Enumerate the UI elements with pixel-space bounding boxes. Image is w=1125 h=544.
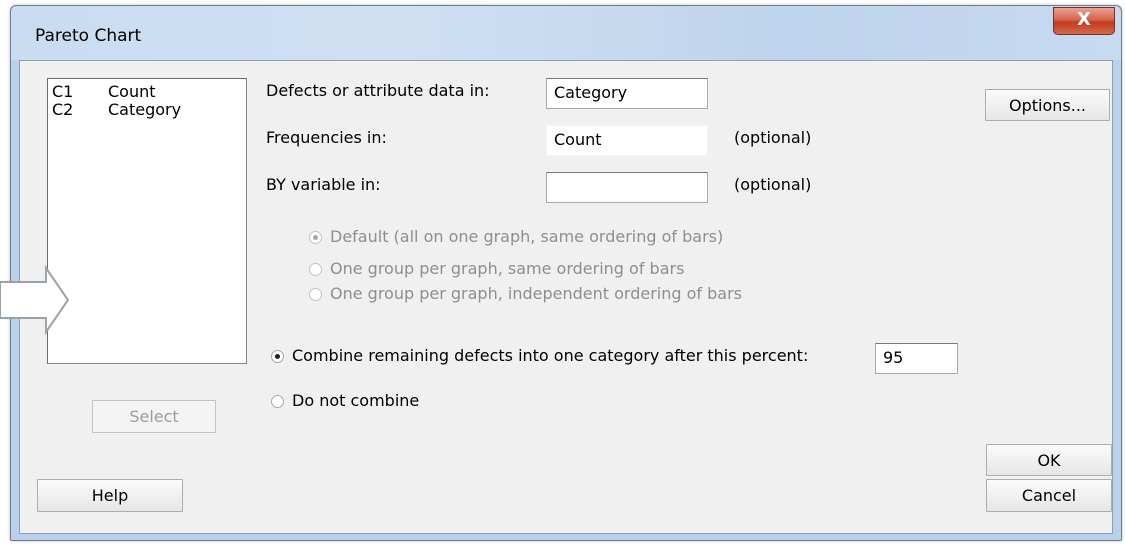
- radio-independent-ordering[interactable]: [309, 288, 322, 301]
- radio-combine[interactable]: [271, 350, 284, 363]
- ok-button-label: OK: [1037, 451, 1061, 470]
- cancel-button-label: Cancel: [1021, 486, 1077, 505]
- help-button-label: Help: [91, 486, 129, 505]
- radio-default-label: Default (all on one graph, same ordering…: [330, 227, 724, 246]
- dialog-body: C1 Count C2 Category Defects or attribut…: [19, 60, 1113, 534]
- select-button[interactable]: Select: [92, 400, 216, 433]
- defects-label: Defects or attribute data in:: [266, 81, 490, 100]
- radio-independent-ordering-label: One group per graph, independent orderin…: [330, 284, 742, 303]
- options-button-label: Options...: [1009, 96, 1086, 115]
- close-icon: X: [1077, 9, 1091, 30]
- radio-same-ordering[interactable]: [309, 263, 322, 276]
- column-name: Count: [108, 82, 156, 101]
- radio-default[interactable]: [309, 231, 322, 244]
- window-title: Pareto Chart: [35, 26, 142, 46]
- select-button-label: Select: [129, 407, 179, 426]
- frequencies-field[interactable]: Count: [546, 125, 708, 156]
- radio-do-not-combine-label: Do not combine: [292, 391, 420, 410]
- radio-do-not-combine[interactable]: [271, 395, 284, 408]
- pareto-chart-dialog: Pareto Chart X C1 Count C2 Category Defe…: [10, 5, 1122, 541]
- by-variable-label: BY variable in:: [266, 175, 381, 194]
- radio-same-ordering-label: One group per graph, same ordering of ba…: [330, 259, 685, 278]
- frequencies-hint: (optional): [734, 128, 812, 147]
- help-button[interactable]: Help: [37, 479, 183, 512]
- frequencies-label: Frequencies in:: [266, 128, 387, 147]
- column-id: C2: [52, 100, 74, 119]
- arrow-right-icon: [0, 264, 70, 336]
- cancel-button[interactable]: Cancel: [986, 479, 1112, 512]
- radio-combine-label: Combine remaining defects into one categ…: [292, 346, 809, 365]
- percent-field[interactable]: 95: [875, 343, 958, 374]
- by-variable-hint: (optional): [734, 175, 812, 194]
- by-variable-field[interactable]: [546, 172, 708, 203]
- title-bar: Pareto Chart X: [11, 6, 1121, 60]
- options-button[interactable]: Options...: [985, 89, 1110, 121]
- column-id: C1: [52, 82, 74, 101]
- column-name: Category: [108, 100, 182, 119]
- close-button[interactable]: X: [1053, 7, 1115, 35]
- defects-field[interactable]: Category: [546, 78, 708, 109]
- ok-button[interactable]: OK: [986, 444, 1112, 476]
